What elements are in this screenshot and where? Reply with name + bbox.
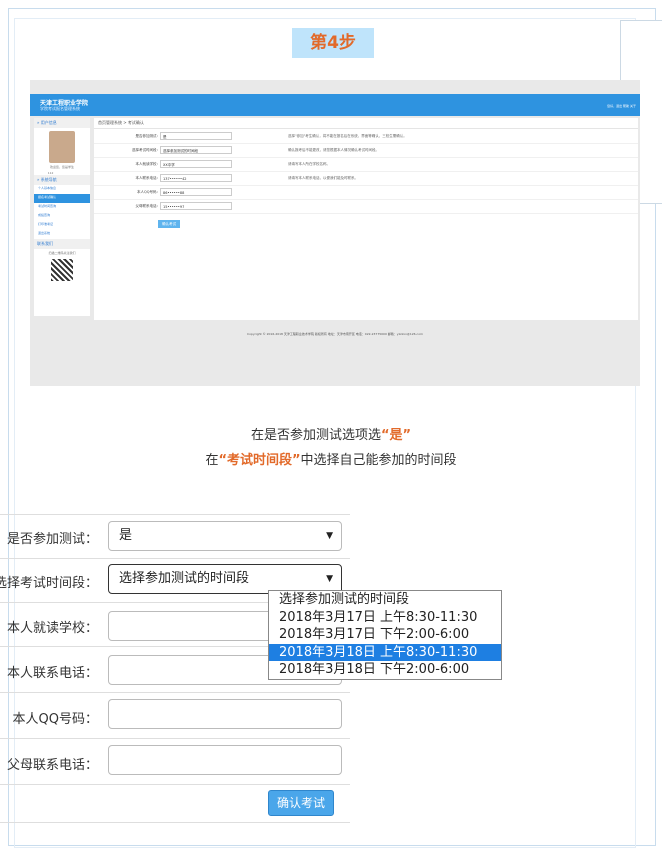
screenshot-header-links: 您好，退出 帮助 关于 <box>607 104 636 108</box>
sidebar-item-active[interactable]: 报名考试确认 <box>34 194 90 203</box>
screenshot-field-label: 父母联系电话： <box>135 204 161 208</box>
screenshot-field-label: 本人联系电话： <box>135 176 161 180</box>
time-slot-option[interactable]: 2018年3月17日 上午8:30-11:30 <box>269 609 501 627</box>
screenshot-logo-subtitle: 学院考试报名管理系统 <box>40 106 80 111</box>
qq-input[interactable] <box>108 699 342 729</box>
screenshot-form-row: 本人就读学校： XX中学 请填写本人所在学校名称。 <box>94 158 638 172</box>
screenshot-field-label: 本人就读学校： <box>135 162 161 166</box>
chevron-down-icon: ▼ <box>326 531 333 541</box>
qr-code-icon <box>51 259 73 281</box>
form-row-attend: 是否参加测试： 是 ▼ <box>0 514 350 559</box>
sidebar-item[interactable]: 考试时间查询 <box>34 203 90 212</box>
time-slot-option[interactable]: 2018年3月17日 下午2:00-6:00 <box>269 626 501 644</box>
confirm-exam-button[interactable]: 确认考试 <box>268 790 334 816</box>
school-label: 本人就读学校： <box>6 621 98 636</box>
attend-select[interactable]: 是 ▼ <box>108 521 342 551</box>
time-slot-option-highlighted[interactable]: 2018年3月18日 上午8:30-11:30 <box>269 643 501 661</box>
form-row-parent-phone: 父母联系电话： <box>0 738 350 785</box>
screenshot-form-row: 本人QQ号码： 86••••••88 <box>94 186 638 200</box>
sidebar-item[interactable]: 个人基本信息 <box>34 185 90 194</box>
sidebar-contact-heading: 联系我们 <box>34 239 90 249</box>
caption-line-2: 在“考试时间段”中选择自己能参加的时间段 <box>0 449 662 468</box>
caption-line-1: 在是否参加测试选项选“是” <box>0 424 662 443</box>
parent-phone-input[interactable] <box>108 745 342 775</box>
form-bottom-border <box>0 822 350 824</box>
step-badge: 第4步 <box>292 28 374 58</box>
sidebar-nav-heading: » 系统导航 <box>34 175 90 185</box>
caption-text: 中选择自己能参加的时间段 <box>300 453 457 468</box>
screenshot-header: 天津工程职业学院 学院考试报名管理系统 您好，退出 帮助 关于 <box>30 94 640 116</box>
screenshot-form-row: 选择考试时间段： 选择参加测试的时间段 确认报考后不能更改，请您根据本人情况确认… <box>94 144 638 158</box>
attend-label: 是否参加测试： <box>6 532 98 547</box>
form-row-qq: 本人QQ号码： <box>0 692 350 739</box>
screenshot-field-value[interactable]: 15••••••97 <box>160 202 232 210</box>
screenshot-field-value[interactable]: 137••••••42 <box>160 174 232 182</box>
time-slot-option[interactable]: 选择参加测试的时间段 <box>269 591 501 609</box>
screenshot-field-label: 本人QQ号码： <box>136 190 160 194</box>
screenshot-confirm-button[interactable]: 确认考试 <box>158 220 180 228</box>
screenshot-footer: Copyright © 2016-2018 天津工程职业技术学院 版权所有 地址… <box>247 332 423 336</box>
screenshot-field-value[interactable]: 86••••••88 <box>160 188 232 196</box>
caption-emphasis: “考试时间段” <box>218 453 301 468</box>
screenshot-main: 首页管理系统 > 考试确认 是否参加测试： 是 选择"参加"考生确认，将不能在报… <box>94 118 638 320</box>
attend-select-value: 是 <box>119 528 133 543</box>
screenshot-form-row: 父母联系电话： 15••••••97 <box>94 200 638 214</box>
welcome-text: 欢迎您，您是学生 <box>49 165 74 169</box>
screenshot-sidebar: » 用户信息 欢迎您，您是学生 112 » 系统导航 个人基本信息 报名考试确认… <box>34 118 90 316</box>
screenshot-field-value[interactable]: 选择参加测试的时间段 <box>160 146 232 154</box>
screenshot-field-value[interactable]: 是 <box>160 132 232 140</box>
caption-text: 在 <box>205 453 219 468</box>
sidebar-item[interactable]: 打印准考证 <box>34 221 90 230</box>
avatar <box>49 131 75 163</box>
sidebar-item[interactable]: 退出系统 <box>34 230 90 239</box>
time-slot-select-value: 选择参加测试的时间段 <box>119 571 250 586</box>
contact-note: 扫描二维码关注我们 <box>48 251 76 255</box>
screenshot-field-value[interactable]: XX中学 <box>160 160 232 168</box>
parent-phone-label: 父母联系电话： <box>6 758 98 773</box>
embedded-screenshot: 天津工程职业学院 学院考试报名管理系统 您好，退出 帮助 关于 » 用户信息 欢… <box>30 80 640 386</box>
screenshot-field-hint: 请填写本人所在学校名称。 <box>288 162 330 166</box>
caption-emphasis: “是” <box>380 428 412 443</box>
time-slot-dropdown: 选择参加测试的时间段 2018年3月17日 上午8:30-11:30 2018年… <box>268 590 502 680</box>
screenshot-form-row: 是否参加测试： 是 选择"参加"考生确认，将不能在报名后在系统，界面等确认，三校… <box>94 130 638 144</box>
screenshot-field-hint: 确认报考后不能更改，请您根据本人情况确认考试时间段。 <box>288 148 379 152</box>
screenshot-field-label: 是否参加测试： <box>135 134 161 138</box>
sidebar-item[interactable]: 成绩查询 <box>34 212 90 221</box>
time-slot-label: 选择考试时间段： <box>0 576 98 591</box>
phone-label: 本人联系电话： <box>6 666 98 681</box>
qq-label: 本人QQ号码： <box>12 712 98 727</box>
screenshot-field-hint: 选择"参加"考生确认，将不能在报名后在系统，界面等确认，三校生需确认。 <box>288 134 407 138</box>
sidebar-user-heading: » 用户信息 <box>34 118 90 128</box>
caption-text: 在是否参加测试选项选 <box>250 428 381 443</box>
screenshot-field-hint: 请填写本人联系电话，以便我们能及时联系。 <box>288 176 358 180</box>
breadcrumb: 首页管理系统 > 考试确认 <box>94 118 638 129</box>
screenshot-field-label: 选择考试时间段： <box>132 148 160 152</box>
chevron-down-icon: ▼ <box>326 574 333 584</box>
time-slot-option[interactable]: 2018年3月18日 下午2:00-6:00 <box>269 661 501 679</box>
screenshot-form-row: 本人联系电话： 137••••••42 请填写本人联系电话，以便我们能及时联系。 <box>94 172 638 186</box>
